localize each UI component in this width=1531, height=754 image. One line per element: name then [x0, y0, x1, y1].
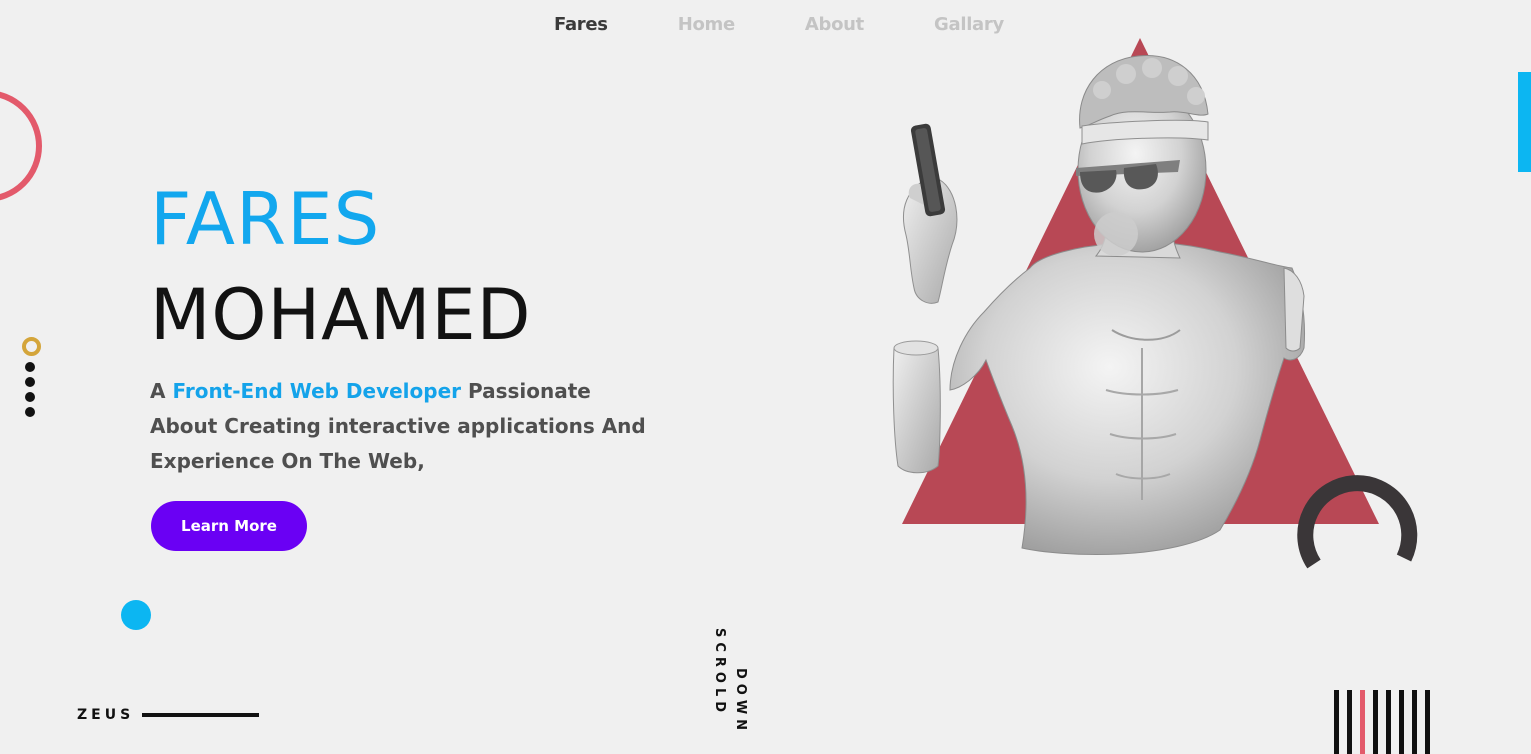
hero-first-name: FARES: [150, 177, 381, 261]
scroll-word-2: DOWN: [733, 668, 748, 736]
hero-description: A Front-End Web Developer Passionate Abo…: [150, 374, 650, 479]
learn-more-button[interactable]: Learn More: [151, 501, 307, 551]
nav-brand-link[interactable]: Fares: [554, 14, 608, 35]
indicator-dot[interactable]: [25, 407, 35, 417]
indicator-dot[interactable]: [25, 377, 35, 387]
blue-side-bar: [1518, 72, 1531, 172]
scroll-down-indicator[interactable]: SCROLD DOWN: [712, 628, 748, 735]
stripe: [1373, 690, 1378, 754]
blue-dot-decoration: [121, 600, 151, 630]
bubble-gum-shape: [1094, 212, 1138, 256]
stripe: [1425, 690, 1430, 754]
stripe: [1412, 690, 1417, 754]
broken-arm: [892, 340, 941, 474]
hero-artwork: [892, 38, 1418, 569]
vertical-dots-indicator: [25, 362, 35, 417]
red-ring-decoration: [0, 90, 42, 202]
stripe: [1347, 690, 1352, 754]
stripe: [1386, 690, 1391, 754]
statue-head: [1076, 55, 1209, 256]
footer-brand: ZEUS: [77, 707, 260, 723]
stripe: [1360, 690, 1365, 754]
footer-brand-line: [142, 713, 260, 717]
yellow-ring-dot: [22, 337, 41, 356]
scroll-word-1: SCROLD: [712, 628, 727, 718]
stripe: [1334, 690, 1339, 754]
indicator-dot[interactable]: [25, 392, 35, 402]
footer-brand-label: ZEUS: [77, 707, 135, 723]
desc-role-highlight: Front-End Web Developer: [172, 379, 462, 403]
striped-lines-decoration: [1334, 690, 1430, 754]
stripe: [1399, 690, 1404, 754]
desc-prefix: A: [150, 379, 173, 403]
indicator-dot[interactable]: [25, 362, 35, 372]
nav-about-link[interactable]: About: [805, 14, 864, 35]
hero-last-name: MOHAMED: [150, 274, 532, 356]
nav-home-link[interactable]: Home: [678, 14, 736, 35]
